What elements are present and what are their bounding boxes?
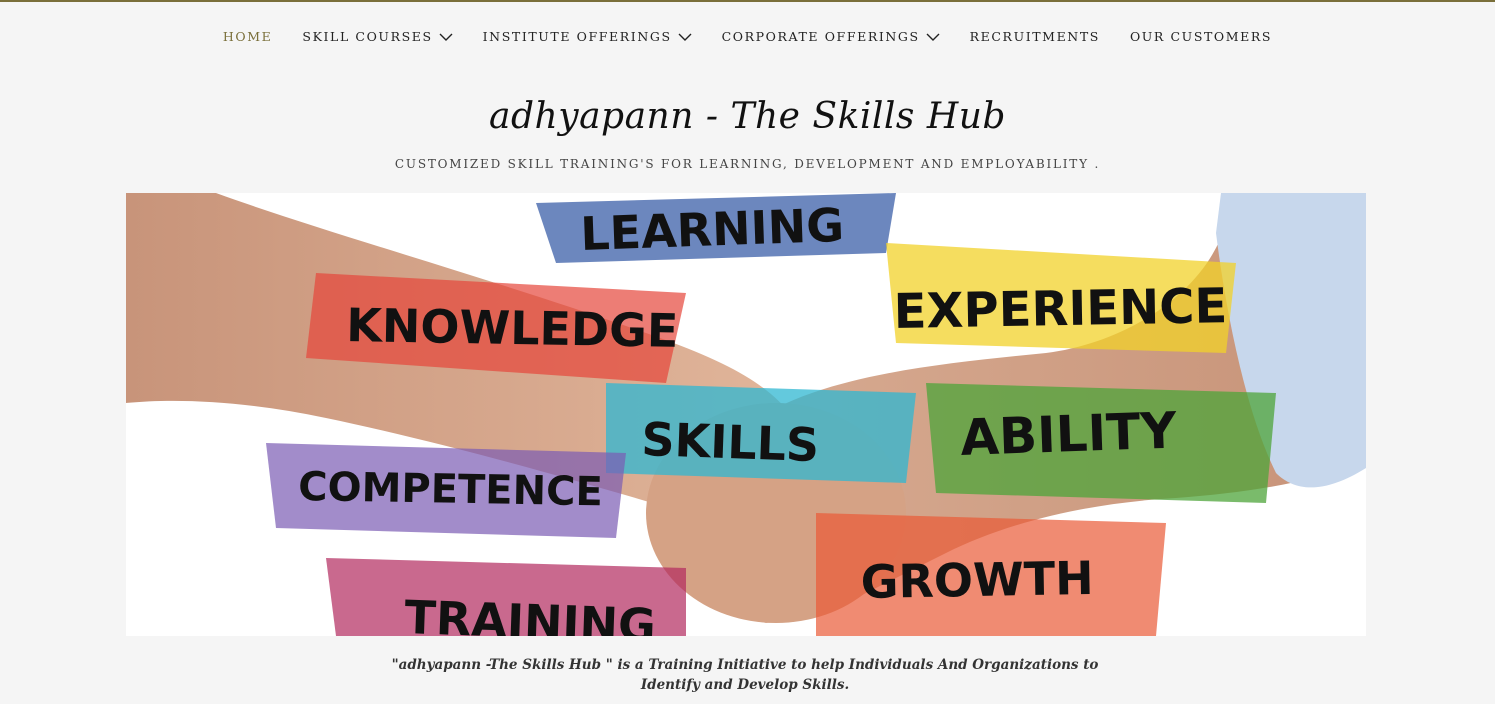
nav-item-label: CORPORATE OFFERINGS [721,29,920,44]
nav-item-skill-courses[interactable]: SKILL COURSES [287,29,467,44]
nav-item-recruitments[interactable]: RECRUITMENTS [955,29,1115,44]
nav-item-institute-offerings[interactable]: INSTITUTE OFFERINGS [468,29,707,44]
nav-item-label: OUR CUSTOMERS [1129,29,1273,44]
chevron-down-icon [678,33,692,41]
nav-item-corporate-offerings[interactable]: CORPORATE OFFERINGS [707,29,955,44]
hero-word-competence: COMPETENCE [298,464,603,515]
nav-item-home[interactable]: HOME [208,29,287,44]
hero-word-knowledge: KNOWLEDGE [346,298,679,358]
nav-item-our-customers[interactable]: OUR CUSTOMERS [1115,29,1287,44]
nav-item-label: RECRUITMENTS [969,29,1100,44]
chevron-down-icon [439,33,453,41]
hero-word-ability: ABILITY [959,401,1178,467]
hero-image: LEARNING KNOWLEDGE EXPERIENCE SKILLS ABI… [126,193,1366,636]
intro-text: "adhyapann -The Skills Hub " is a Traini… [391,657,1099,693]
hero-illustration: LEARNING KNOWLEDGE EXPERIENCE SKILLS ABI… [126,193,1366,636]
site-tagline: CUSTOMIZED SKILL TRAINING'S FOR LEARNING… [394,157,1101,171]
hero-word-learning: LEARNING [579,198,844,261]
chevron-down-icon [926,33,940,41]
hero-word-experience: EXPERIENCE [893,278,1227,340]
hero-word-skills: SKILLS [641,412,820,472]
hero-word-growth: GROWTH [860,551,1094,609]
main-navigation: HOME SKILL COURSES INSTITUTE OFFERINGS C… [0,29,1495,44]
hero-word-training: TRAINING [404,590,657,636]
top-accent-line [0,0,1495,2]
nav-item-label: SKILL COURSES [302,29,433,44]
nav-item-label: INSTITUTE OFFERINGS [482,29,672,44]
site-title[interactable]: adhyapann - The Skills Hub [0,96,1495,137]
nav-item-label: HOME [222,29,273,44]
